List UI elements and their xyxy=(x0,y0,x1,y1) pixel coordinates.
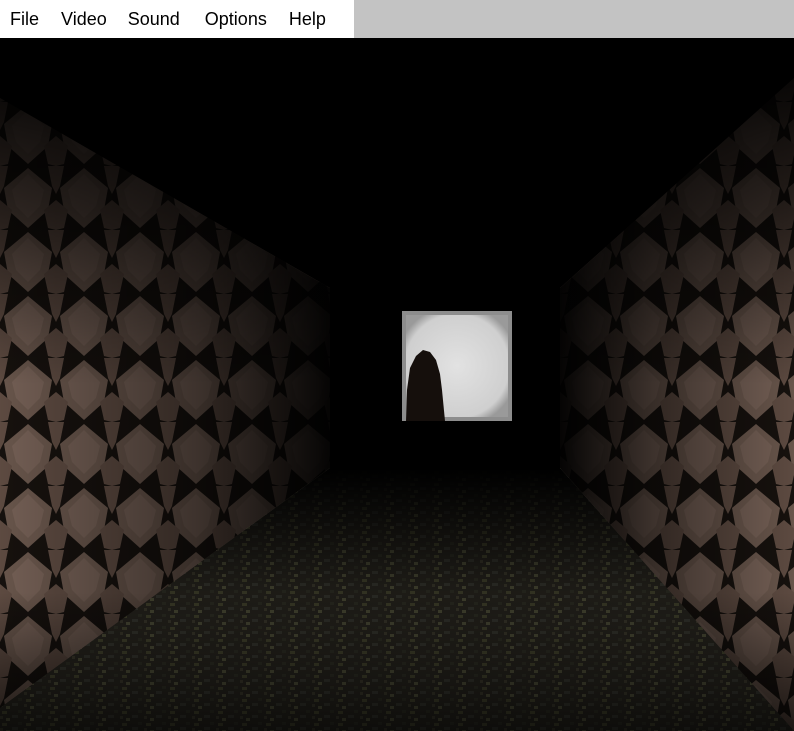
menu-strip: File Video Sound Options Help xyxy=(0,0,354,38)
menu-video[interactable]: Video xyxy=(61,0,107,38)
menu-help[interactable]: Help xyxy=(289,0,326,38)
vignette xyxy=(0,38,794,731)
menu-bar: File Video Sound Options Help xyxy=(0,0,794,38)
menu-sound[interactable]: Sound xyxy=(128,0,180,38)
corridor-scene xyxy=(0,38,794,731)
menu-options[interactable]: Options xyxy=(205,0,267,38)
menu-file[interactable]: File xyxy=(10,0,39,38)
game-viewport[interactable] xyxy=(0,38,794,731)
